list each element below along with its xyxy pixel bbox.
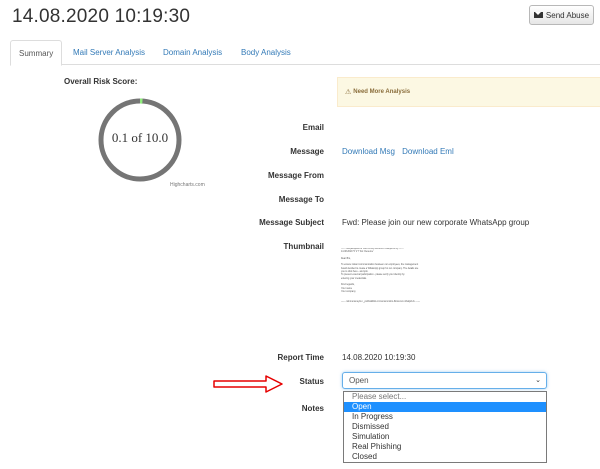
warning-icon: ⚠ [345,89,352,96]
envelope-icon [533,12,543,18]
message-label: Message [290,147,324,156]
page-title: 14.08.2020 10:19:30 [12,6,191,27]
message-subject-label: Message Subject [259,218,324,227]
message-from-label: Message From [267,171,324,180]
tab-summary[interactable]: Summary [10,40,63,66]
message-value: Download Msg Download Eml [342,147,459,156]
risk-score-label: Overall Risk Score: [64,77,138,86]
email-label: Email [302,123,324,132]
status-option[interactable]: In Progress [344,412,546,422]
chart-credits[interactable]: Highcharts.com [170,182,205,188]
alert-text: Need More Analysis [353,89,411,95]
status-option[interactable]: Open [344,402,546,412]
notes-label: Notes [301,404,324,413]
tab-domain-analysis[interactable]: Domain Analysis [155,40,230,65]
download-msg-link[interactable]: Download Msg [342,147,395,156]
message-subject-value: Fwd: Please join our new corporate Whats… [342,218,530,227]
send-abuse-label: Send Abuse [545,10,590,20]
status-option[interactable]: Closed [344,452,546,462]
status-option[interactable]: Real Phishing [344,442,546,452]
report-time-value: 14.08.2020 10:19:30 [342,353,416,362]
report-time-label: Report Time [277,353,324,362]
status-option[interactable]: Please select... [344,392,546,402]
status-option[interactable]: Simulation [344,432,546,442]
tab-bar: Summary Mail Server Analysis Domain Anal… [10,40,600,66]
thumbnail-line: ------ rslnmunsnuylo.n_yvdrkkk4llsl-nr-l… [341,300,420,303]
red-arrow-annotation [213,375,283,393]
tab-mail-server-analysis[interactable]: Mail Server Analysis [65,40,153,65]
thumbnail-image[interactable]: ------ xkfsjdklsjdkfs dr bud szcvxy.llkm… [341,248,486,340]
status-select[interactable]: Open ⌄ [342,372,547,389]
send-abuse-button[interactable]: Send Abuse [529,5,594,25]
tab-body-analysis[interactable]: Body Analysis [233,40,299,65]
chevron-down-icon: ⌄ [535,377,541,384]
message-to-label: Message To [278,195,324,204]
alert-banner: ⚠ Need More Analysis [337,77,600,107]
risk-score-value: 0.1 of 10.0 [111,130,169,145]
status-label: Status [299,377,324,386]
status-selected-value: Open [349,376,369,385]
download-eml-link[interactable]: Download Eml [402,147,454,156]
thumbnail-label: Thumbnail [283,242,324,251]
status-option[interactable]: Dismissed [344,422,546,432]
status-dropdown: Please select... Open In Progress Dismis… [343,391,547,463]
